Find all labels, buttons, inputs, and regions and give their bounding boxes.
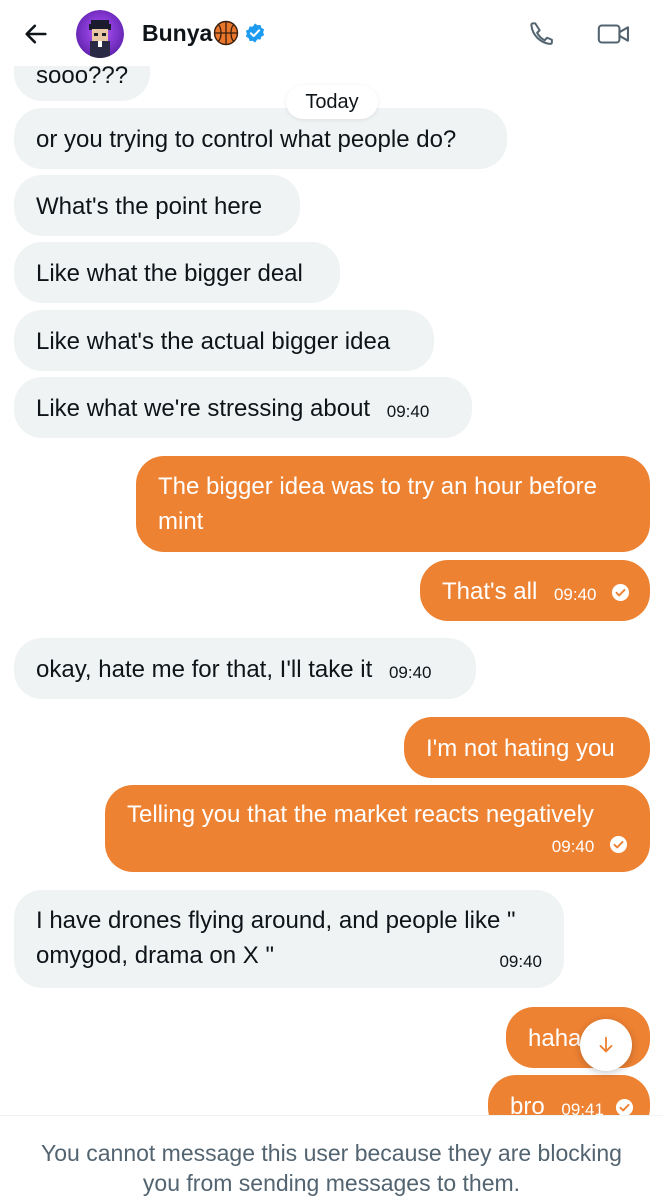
read-check-icon	[612, 584, 630, 602]
message-bubble-outgoing[interactable]: That's all 09:40	[420, 560, 650, 621]
message-bubble-outgoing[interactable]: Telling you that the market reacts negat…	[105, 785, 650, 872]
message-timestamp: 09:40	[386, 402, 430, 422]
composer-area: You cannot message this user because the…	[0, 1115, 663, 1200]
message-text-line-1: The bigger idea was to try an hour befor…	[158, 473, 597, 500]
message-bubble-incoming[interactable]: okay, hate me for that, I'll take it 09:…	[14, 638, 476, 699]
message-timestamp: 09:41	[561, 1100, 604, 1115]
read-check-icon	[609, 836, 628, 854]
message-bubble-incoming[interactable]: sooo???	[14, 66, 150, 101]
message-timestamp: 09:40	[551, 837, 595, 856]
message-text: Telling you that the market reacts negat…	[127, 801, 594, 828]
message-text-line-2: omygod, drama on X "	[36, 942, 274, 969]
message-text: haha	[528, 1025, 582, 1053]
arrow-down-icon	[599, 1036, 613, 1053]
avatar[interactable]	[76, 10, 124, 58]
blocked-notice: You cannot message this user because the…	[20, 1138, 643, 1198]
message-text: What's the point here	[36, 193, 263, 221]
message-timestamp: 09:40	[388, 663, 432, 683]
verified-badge-icon	[246, 23, 265, 43]
message-text: That's all	[442, 578, 538, 606]
message-text: okay, hate me for that, I'll take it	[36, 656, 373, 684]
back-arrow-icon	[25, 24, 47, 44]
message-bubble-incoming[interactable]: What's the point here	[14, 175, 300, 236]
call-button[interactable]	[524, 16, 560, 52]
message-timestamp: 09:40	[553, 585, 597, 605]
read-check-icon	[615, 1099, 633, 1115]
video-camera-icon	[597, 24, 629, 44]
contact-name-text: Bunya	[142, 20, 213, 46]
message-text: bro	[510, 1093, 545, 1115]
message-list[interactable]: Today sooo??? or you trying to control w…	[0, 66, 663, 1115]
message-text: Like what's the actual bigger idea	[36, 328, 391, 356]
message-text: or you trying to control what people do?	[36, 126, 457, 154]
contact-name[interactable]: Bunya	[142, 18, 266, 48]
blocked-notice-line-2: you from sending messages to them.	[142, 1170, 521, 1196]
message-bubble-outgoing[interactable]: I'm not hating you	[404, 717, 650, 778]
scroll-to-bottom-button[interactable]	[580, 1019, 632, 1071]
date-divider: Today	[286, 85, 378, 119]
phone-icon	[530, 22, 553, 45]
conversation-header: Bunya	[0, 0, 663, 66]
blocked-notice-line-1: You cannot message this user because the…	[41, 1140, 622, 1166]
message-text: I'm not hating you	[426, 735, 615, 763]
message-bubble-incoming[interactable]: or you trying to control what people do?	[14, 108, 507, 169]
message-text: sooo???	[36, 66, 129, 90]
message-bubble-incoming[interactable]: Like what we're stressing about 09:40	[14, 377, 472, 438]
message-bubble-outgoing[interactable]: bro 09:41	[488, 1075, 650, 1115]
video-call-button[interactable]	[594, 16, 634, 52]
message-text: Like what we're stressing about	[36, 395, 371, 423]
back-button[interactable]	[18, 16, 54, 52]
message-bubble-incoming[interactable]: Like what's the actual bigger idea	[14, 310, 434, 371]
message-text-line-2: mint	[158, 508, 204, 535]
message-text: Like what the bigger deal	[36, 260, 303, 288]
message-timestamp: 09:40	[499, 952, 542, 971]
message-text-line-1: I have drones flying around, and people …	[36, 907, 516, 934]
message-bubble-outgoing[interactable]: The bigger idea was to try an hour befor…	[136, 456, 650, 552]
message-bubble-incoming[interactable]: Like what the bigger deal	[14, 242, 340, 303]
message-bubble-incoming[interactable]: I have drones flying around, and people …	[14, 890, 564, 988]
basketball-icon	[214, 20, 239, 46]
